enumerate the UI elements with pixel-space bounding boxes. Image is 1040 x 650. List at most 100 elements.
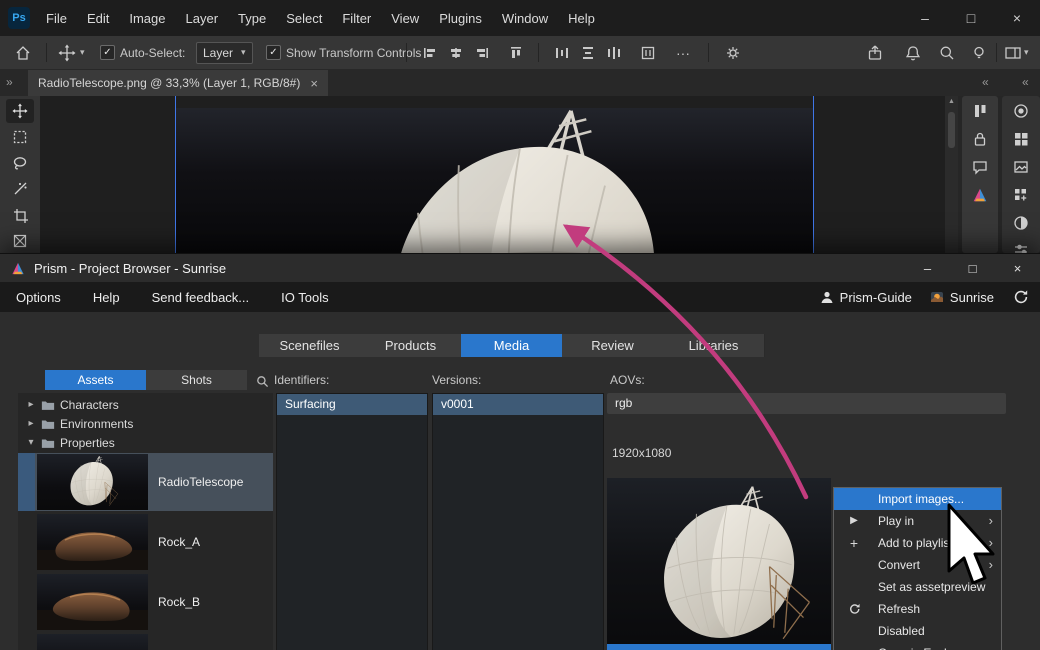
properties-panel-icon[interactable] <box>1010 240 1032 253</box>
align-top-icon[interactable] <box>508 36 524 69</box>
distribute-spacing-icon[interactable] <box>640 36 656 69</box>
more-options-icon[interactable]: ··· <box>676 36 690 69</box>
asset-row-rock-a[interactable]: Rock_A <box>18 513 273 571</box>
workspace-gear-icon[interactable] <box>724 36 742 69</box>
tree-folder-environments[interactable]: ▸ Environments <box>18 414 273 433</box>
menu-select[interactable]: Select <box>276 11 332 26</box>
patterns-panel-icon[interactable] <box>1010 184 1032 206</box>
aov-row-rgb[interactable]: rgb <box>607 393 1006 414</box>
canvas-scrollbar[interactable]: ▲ <box>945 96 958 253</box>
collapse-panel-icon[interactable]: « <box>1022 75 1029 89</box>
minimize-button[interactable]: – <box>905 254 950 282</box>
swatches-panel-icon[interactable] <box>1010 128 1032 150</box>
search-icon[interactable] <box>938 36 956 69</box>
menu-view[interactable]: View <box>381 11 429 26</box>
menu-item-set-as-assetpreview[interactable]: Set as assetpreview <box>834 576 1001 598</box>
preview-timeline-bar[interactable] <box>607 644 831 650</box>
close-tab-icon[interactable]: × <box>310 76 318 91</box>
user-menu[interactable]: Prism-Guide <box>820 290 912 305</box>
comment-panel-icon[interactable] <box>969 156 991 178</box>
menu-item-disabled[interactable]: Disabled <box>834 620 1001 642</box>
menu-filter[interactable]: Filter <box>332 11 381 26</box>
asset-row-rock-b[interactable]: Rock_B <box>18 573 273 631</box>
layer-select-dropdown[interactable]: Layer▾ <box>196 36 253 69</box>
move-tool-icon[interactable] <box>58 36 76 69</box>
tab-review[interactable]: Review <box>562 334 664 357</box>
align-left-icon[interactable] <box>422 36 438 69</box>
expander-icon[interactable]: ▸ <box>26 418 36 429</box>
menu-image[interactable]: Image <box>119 11 175 26</box>
tab-libraries[interactable]: Libraries <box>663 334 765 357</box>
align-center-icon[interactable] <box>448 36 464 69</box>
menu-send-feedback[interactable]: Send feedback... <box>136 290 266 305</box>
tab-shots[interactable]: Shots <box>146 370 247 390</box>
menu-options[interactable]: Options <box>0 290 77 305</box>
project-menu[interactable]: Sunrise <box>930 290 994 305</box>
scroll-up-icon[interactable]: ▲ <box>945 98 958 105</box>
menu-edit[interactable]: Edit <box>77 11 119 26</box>
version-row-v0001[interactable]: v0001 <box>433 394 603 415</box>
move-tool[interactable] <box>6 99 34 123</box>
distribute-centers-icon[interactable] <box>606 36 622 69</box>
lock-panel-icon[interactable] <box>969 128 991 150</box>
menu-item-refresh[interactable]: Refresh <box>834 598 1001 620</box>
libraries-panel-icon[interactable] <box>969 100 991 122</box>
asset-row-radiotelescope[interactable]: RadioTelescope <box>18 453 273 511</box>
close-button[interactable]: × <box>995 254 1040 282</box>
auto-select-checkbox[interactable]: ✓ <box>100 36 115 69</box>
expand-panel-icon[interactable]: » <box>6 75 13 89</box>
share-icon[interactable] <box>866 36 884 69</box>
asset-row-partial[interactable] <box>18 633 273 650</box>
color-panel-icon[interactable] <box>1010 100 1032 122</box>
discover-icon[interactable] <box>970 36 988 69</box>
menu-layer[interactable]: Layer <box>176 11 229 26</box>
menu-help[interactable]: Help <box>558 11 605 26</box>
identifier-row-surfacing[interactable]: Surfacing <box>277 394 427 415</box>
maximize-button[interactable]: □ <box>950 254 995 282</box>
expander-icon[interactable]: ▸ <box>26 399 36 410</box>
show-transform-checkbox[interactable]: ✓ <box>266 36 281 69</box>
frame-tool[interactable] <box>6 229 34 253</box>
gradients-panel-icon[interactable] <box>1010 156 1032 178</box>
menu-window[interactable]: Window <box>492 11 558 26</box>
close-button[interactable]: × <box>994 0 1040 36</box>
tree-folder-properties[interactable]: ▾ Properties <box>18 433 273 452</box>
refresh-icon[interactable] <box>1012 289 1028 305</box>
distribute-horizontal-icon[interactable] <box>554 36 570 69</box>
lasso-tool[interactable] <box>6 151 34 175</box>
prism-panel-icon[interactable] <box>969 184 991 206</box>
menu-item-import-images[interactable]: Import images... <box>834 488 1001 510</box>
menu-type[interactable]: Type <box>228 11 276 26</box>
home-icon[interactable] <box>14 36 32 69</box>
tab-assets[interactable]: Assets <box>45 370 146 390</box>
tab-media[interactable]: Media <box>461 334 563 357</box>
align-right-icon[interactable] <box>474 36 490 69</box>
panel-layout-icon[interactable] <box>1004 36 1022 69</box>
menu-help[interactable]: Help <box>77 290 136 305</box>
menu-file[interactable]: File <box>36 11 77 26</box>
maximize-button[interactable]: □ <box>948 0 994 36</box>
collapse-panel-icon[interactable]: « <box>982 75 989 89</box>
menu-io-tools[interactable]: IO Tools <box>265 290 344 305</box>
document-canvas[interactable] <box>40 96 945 253</box>
photoshop-app-icon[interactable]: Ps <box>8 7 30 29</box>
magic-wand-tool[interactable] <box>6 177 34 201</box>
menu-plugins[interactable]: Plugins <box>429 11 492 26</box>
menu-item-open-in-explorer[interactable]: Open in Explorer <box>834 642 1001 650</box>
marquee-tool[interactable] <box>6 125 34 149</box>
menu-item-convert[interactable]: Convert › <box>834 554 1001 576</box>
bell-icon[interactable] <box>904 36 922 69</box>
chevron-down-icon[interactable]: ▾ <box>80 36 85 69</box>
menu-item-add-to-playlist[interactable]: + Add to playlist › <box>834 532 1001 554</box>
menu-item-play-in[interactable]: ▶ Play in › <box>834 510 1001 532</box>
media-preview[interactable] <box>607 478 831 650</box>
crop-tool[interactable] <box>6 203 34 227</box>
adjustments-panel-icon[interactable] <box>1010 212 1032 234</box>
scrollbar-thumb[interactable] <box>948 112 955 148</box>
tab-products[interactable]: Products <box>360 334 462 357</box>
chevron-down-icon[interactable]: ▾ <box>1024 36 1029 69</box>
minimize-button[interactable]: – <box>902 0 948 36</box>
distribute-vertical-icon[interactable] <box>580 36 596 69</box>
tab-scenefiles[interactable]: Scenefiles <box>259 334 361 357</box>
document-tab[interactable]: RadioTelescope.png @ 33,3% (Layer 1, RGB… <box>28 70 328 96</box>
